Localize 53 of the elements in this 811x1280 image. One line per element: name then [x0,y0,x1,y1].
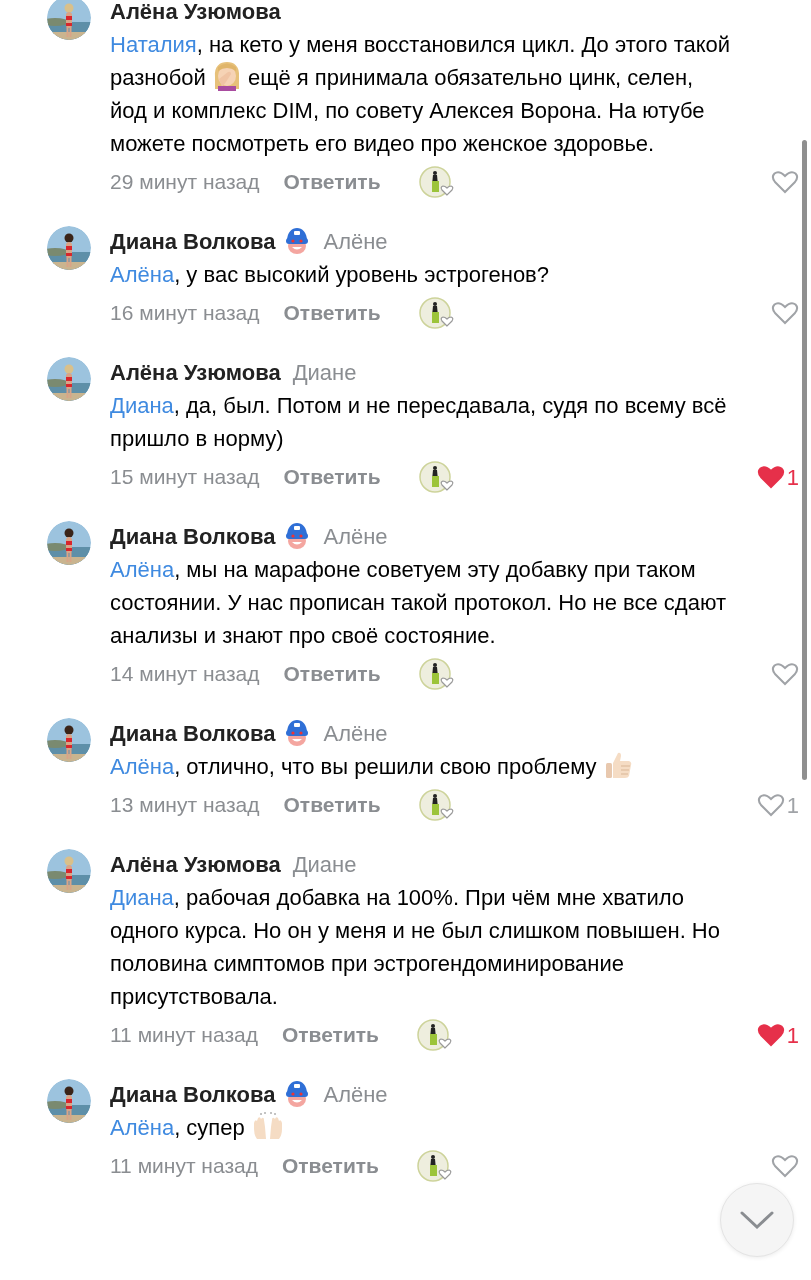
author-name[interactable]: Алёна Узюмова [110,355,281,389]
like-button[interactable]: 1 [756,460,799,494]
comment-text: Алёна, отлично, что вы решили свою проблему [110,750,799,783]
heart-icon [771,1154,799,1178]
timestamp: 13 минут назад [110,792,260,819]
mention-link[interactable]: Алёна [110,557,175,582]
reply-button[interactable]: Ответить [283,658,381,690]
heart-icon [756,793,785,817]
mention-link[interactable]: Алёна [110,754,175,779]
comment-text: Алёна, у вас высокий уровень эстрогенов? [110,261,551,289]
scrollbar[interactable] [802,140,807,780]
mention-link[interactable]: Алёна [110,262,175,287]
reply-to-name[interactable]: Диане [292,847,357,881]
reply-button[interactable]: Ответить [281,1019,379,1051]
reply-to-name[interactable]: Алёне [323,1077,388,1111]
mention-link[interactable]: Диана [110,393,174,418]
comment-text: Наталия, на кето у меня восстановился цикл. До этого такой разнобой ещё я принимала обязательно цинк, селен, йод и комплекс DIM, по совету Алексея Ворона. На ютубе можете посмотреть его видео про женское здоровье. [110,31,732,158]
reply-to-name[interactable]: Алёне [323,224,388,258]
mention-link[interactable]: Наталия [110,32,197,57]
comment-text: Диана, да, был. Потом и не пересдавала, судя по всему всё пришло в норму) [110,392,728,453]
timestamp: 15 минут назад [110,464,260,491]
author-name[interactable]: Диана Волкова [110,224,276,258]
comment-text: Диана, рабочая добавка на 100%. При чём мне хватило одного курса. Но он у меня и не был слишком повышен. Но половина симптомов при эстрогендоминирование присутствовала. [110,884,721,1011]
author-name[interactable]: Алёна Узюмова [110,0,281,28]
timestamp: 14 минут назад [110,661,260,688]
author-name[interactable]: Диана Волкова [110,519,276,553]
author-name[interactable]: Диана Волкова [110,1077,276,1111]
heart-icon [771,662,799,686]
author-name[interactable]: Диана Волкова [110,716,276,750]
comment-text: Алёна, супер [110,1111,799,1144]
reply-to-name[interactable]: Алёне [323,716,388,750]
reply-to-name[interactable]: Диане [292,355,357,389]
heart-icon [771,170,799,194]
reply-button[interactable]: Ответить [283,789,381,821]
timestamp: 16 минут назад [110,300,260,327]
reply-button[interactable]: Ответить [283,297,381,329]
chevron-down-icon [740,1211,774,1229]
reply-button[interactable]: Ответить [283,166,381,198]
reply-button[interactable]: Ответить [281,1150,379,1182]
timestamp: 11 минут назад [110,1153,258,1180]
comment-text: Алёна, мы на марафоне советуем эту добавку при таком состоянии. У нас прописан такой протокол. Но не все сдают анализы и знают про своё состояние. [110,556,727,650]
heart-icon [771,301,799,325]
mention-link[interactable]: Алёна [110,1115,175,1140]
reply-to-name[interactable]: Алёне [323,519,388,553]
filled-heart-icon [756,465,785,489]
reply-button[interactable]: Ответить [283,461,381,493]
timestamp: 11 минут назад [110,1022,258,1049]
author-name[interactable]: Алёна Узюмова [110,847,281,881]
filled-heart-icon [756,1023,785,1047]
mention-link[interactable]: Диана [110,885,174,910]
timestamp: 29 минут назад [110,169,260,196]
like-button[interactable]: 1 [756,1018,799,1052]
like-button[interactable]: 1 [756,788,799,822]
